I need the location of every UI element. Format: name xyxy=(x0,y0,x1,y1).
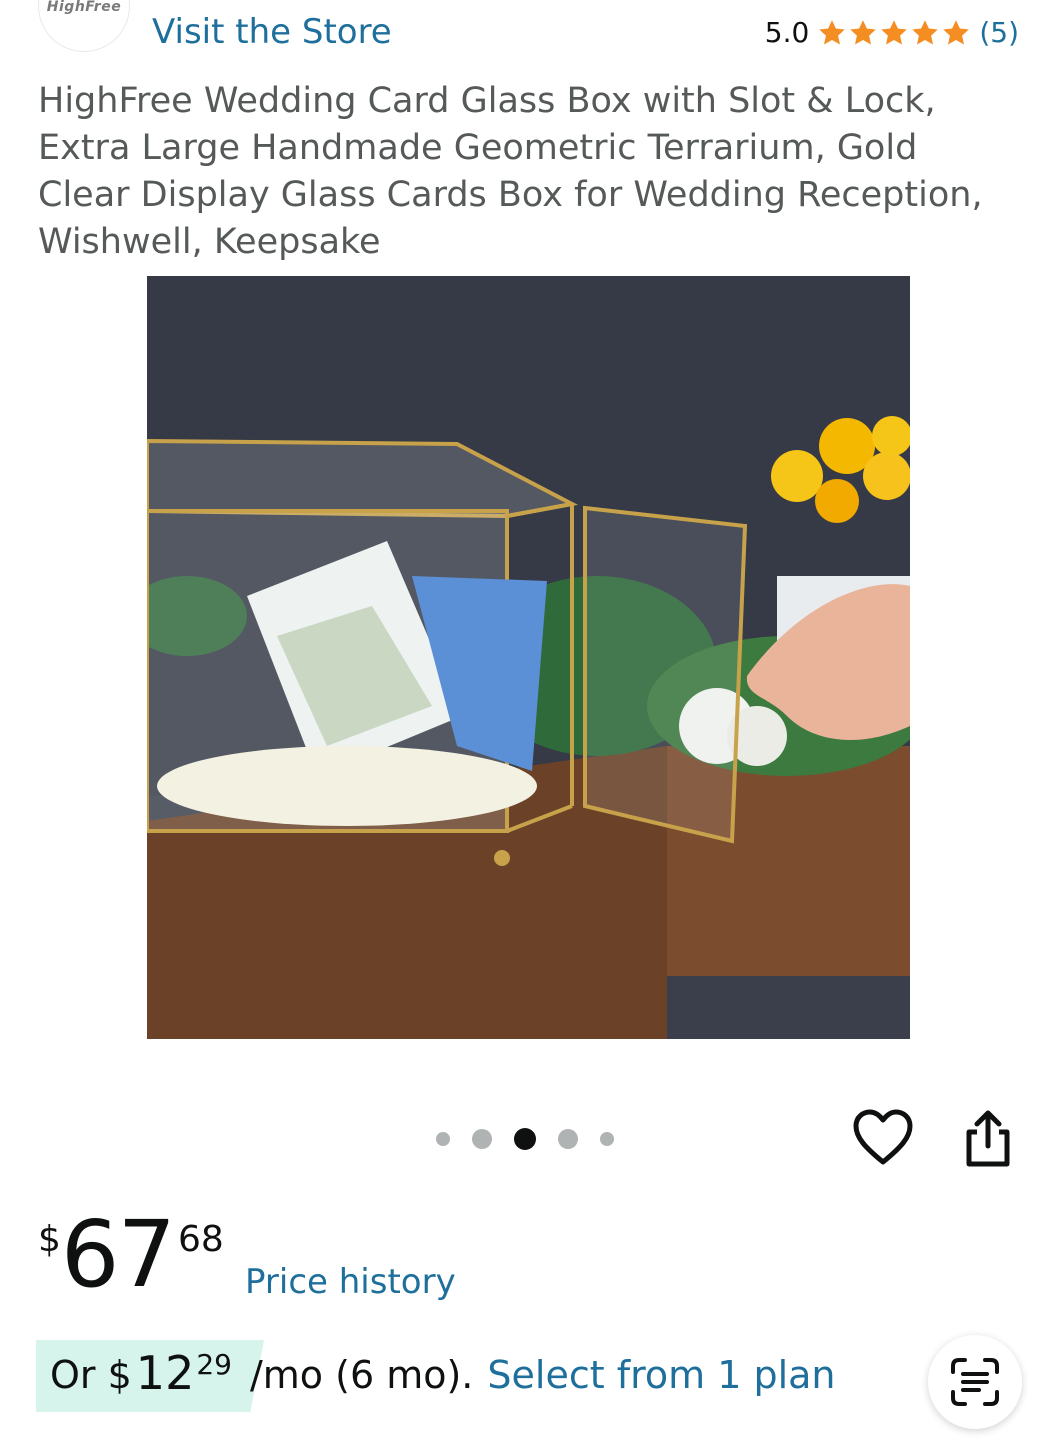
carousel-dot[interactable] xyxy=(558,1129,578,1149)
installment-offer: Or $ 12 29 /mo (6 mo). Select from 1 pla… xyxy=(0,1340,1057,1416)
star-icon xyxy=(850,19,877,44)
rating-count: (5) xyxy=(979,16,1019,49)
product-page: HighFree Visit the Store 5.0 (5) HighFre… xyxy=(0,0,1057,1440)
share-button[interactable] xyxy=(960,1108,1016,1168)
scan-text-icon xyxy=(951,1358,999,1406)
image-carousel-dots xyxy=(436,1128,614,1150)
favorite-button[interactable] xyxy=(852,1108,914,1168)
installment-terms: /mo (6 mo). xyxy=(249,1353,474,1397)
star-icon xyxy=(943,19,970,44)
rating-value: 5.0 xyxy=(764,16,810,49)
scan-text-button[interactable] xyxy=(928,1335,1022,1429)
heart-icon xyxy=(853,1109,913,1165)
price-whole: 67 xyxy=(60,1201,176,1308)
carousel-dot[interactable] xyxy=(436,1132,450,1146)
rating-summary[interactable]: 5.0 (5) xyxy=(765,16,1019,49)
visit-store-link[interactable]: Visit the Store xyxy=(152,12,392,52)
select-plan-link[interactable]: Select from 1 plan xyxy=(487,1346,835,1404)
carousel-dot[interactable] xyxy=(600,1132,614,1146)
price-history-link[interactable]: Price history xyxy=(245,1262,456,1302)
star-icon xyxy=(912,19,939,44)
carousel-dot-active[interactable] xyxy=(514,1128,536,1150)
star-icon xyxy=(881,19,908,44)
product-title: HighFree Wedding Card Glass Box with Slo… xyxy=(38,81,983,262)
price-fraction: 68 xyxy=(177,1219,224,1260)
product-photo xyxy=(147,276,910,1039)
brand-logo-text: HighFree xyxy=(46,0,122,15)
carousel-dot[interactable] xyxy=(472,1129,492,1149)
product-image[interactable] xyxy=(147,276,910,1039)
installment-whole: 12 xyxy=(135,1346,195,1400)
installment-prefix: Or $ xyxy=(50,1353,132,1397)
installment-fraction: 29 xyxy=(196,1348,232,1381)
price-currency-symbol: $ xyxy=(38,1219,61,1260)
installment-text: Or $ 12 29 /mo (6 mo). Select from 1 pla… xyxy=(50,1346,836,1404)
star-rating xyxy=(817,18,971,48)
share-icon xyxy=(966,1110,1010,1167)
price: $ 67 68 xyxy=(38,1205,224,1305)
star-icon xyxy=(819,19,846,44)
brand-logo[interactable]: HighFree xyxy=(38,0,130,52)
